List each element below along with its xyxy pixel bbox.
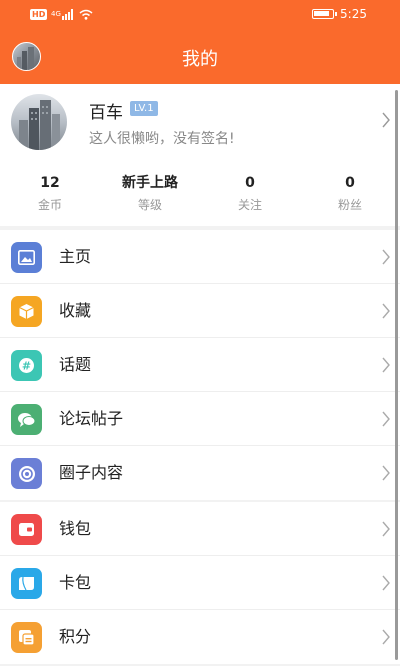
menu-item-label: 圈子内容 — [59, 463, 124, 482]
stat-level[interactable]: 新手上路 等级 — [100, 174, 200, 218]
menu-item-label: 话题 — [59, 355, 92, 374]
stat-value: 0 — [245, 175, 255, 191]
menu-group-content: 主页 收藏 # 话题 论坛帖子 圈子内容 — [0, 230, 400, 500]
menu-group-wallet: 钱包 卡包 积分 — [0, 502, 400, 664]
hashtag-icon: # — [11, 350, 42, 381]
chevron-right-icon — [382, 303, 390, 319]
menu-item-label: 主页 — [59, 247, 92, 266]
svg-text:4G: 4G — [51, 10, 61, 18]
menu-item-label: 积分 — [59, 627, 92, 646]
menu-item-forum-posts[interactable]: 论坛帖子 — [0, 392, 400, 446]
status-right: 5:25 — [312, 7, 367, 21]
profile-card[interactable]: 百车 LV.1 这人很懒哟，没有签名! 12 金币 新手上路 等级 0 关注 0… — [0, 84, 400, 226]
chevron-right-icon — [382, 112, 390, 128]
chevron-right-icon — [382, 629, 390, 645]
chevron-right-icon — [382, 575, 390, 591]
stat-followers[interactable]: 0 粉丝 — [300, 174, 400, 218]
hd-icon: HD — [30, 9, 48, 20]
signal-icon: 4G — [51, 9, 74, 20]
scrollbar[interactable] — [395, 90, 398, 660]
points-icon — [11, 622, 42, 653]
menu-item-card-holder[interactable]: 卡包 — [0, 556, 400, 610]
box-icon — [11, 296, 42, 327]
stat-label: 金币 — [37, 198, 62, 212]
stat-label: 等级 — [137, 198, 162, 212]
header: HD 4G 5:25 我的 — [0, 0, 400, 84]
menu-item-label: 钱包 — [59, 519, 92, 538]
chevron-right-icon — [382, 521, 390, 537]
chevron-right-icon — [382, 465, 390, 481]
menu-item-topics[interactable]: # 话题 — [0, 338, 400, 392]
menu-item-wallet[interactable]: 钱包 — [0, 502, 400, 556]
username: 百车 — [89, 103, 123, 123]
stat-following[interactable]: 0 关注 — [200, 174, 300, 218]
chat-icon — [11, 404, 42, 435]
chevron-right-icon — [382, 411, 390, 427]
menu-item-label: 论坛帖子 — [59, 409, 124, 428]
chevron-right-icon — [382, 249, 390, 265]
page-title: 我的 — [182, 49, 218, 70]
status-bar: HD 4G 5:25 — [0, 0, 400, 30]
battery-icon — [312, 9, 338, 19]
signature: 这人很懒哟，没有签名! — [89, 131, 235, 147]
avatar[interactable] — [11, 94, 67, 150]
svg-text:#: # — [22, 360, 31, 373]
card-icon — [11, 568, 42, 599]
stat-coins[interactable]: 12 金币 — [0, 174, 100, 218]
menu-item-favorites[interactable]: 收藏 — [0, 284, 400, 338]
menu-item-home[interactable]: 主页 — [0, 230, 400, 284]
wifi-icon — [79, 9, 93, 20]
stat-label: 关注 — [237, 198, 262, 212]
chevron-right-icon — [382, 357, 390, 373]
level-badge: LV.1 — [130, 101, 158, 116]
stats-row: 12 金币 新手上路 等级 0 关注 0 粉丝 — [0, 174, 400, 218]
avatar-image — [19, 100, 60, 150]
stat-value: 12 — [40, 175, 60, 191]
stat-value: 0 — [345, 175, 355, 191]
status-time: 5:25 — [340, 7, 367, 21]
menu-item-label: 卡包 — [59, 573, 92, 592]
circle-icon — [11, 458, 42, 489]
menu-item-points[interactable]: 积分 — [0, 610, 400, 664]
image-icon — [11, 242, 42, 273]
stat-value: 新手上路 — [122, 175, 178, 191]
status-left: HD 4G — [30, 9, 93, 20]
wallet-icon — [11, 514, 42, 545]
nav-bar: 我的 — [0, 30, 400, 84]
stat-label: 粉丝 — [337, 198, 362, 212]
menu-item-label: 收藏 — [59, 301, 92, 320]
menu-item-circle-content[interactable]: 圈子内容 — [0, 446, 400, 500]
